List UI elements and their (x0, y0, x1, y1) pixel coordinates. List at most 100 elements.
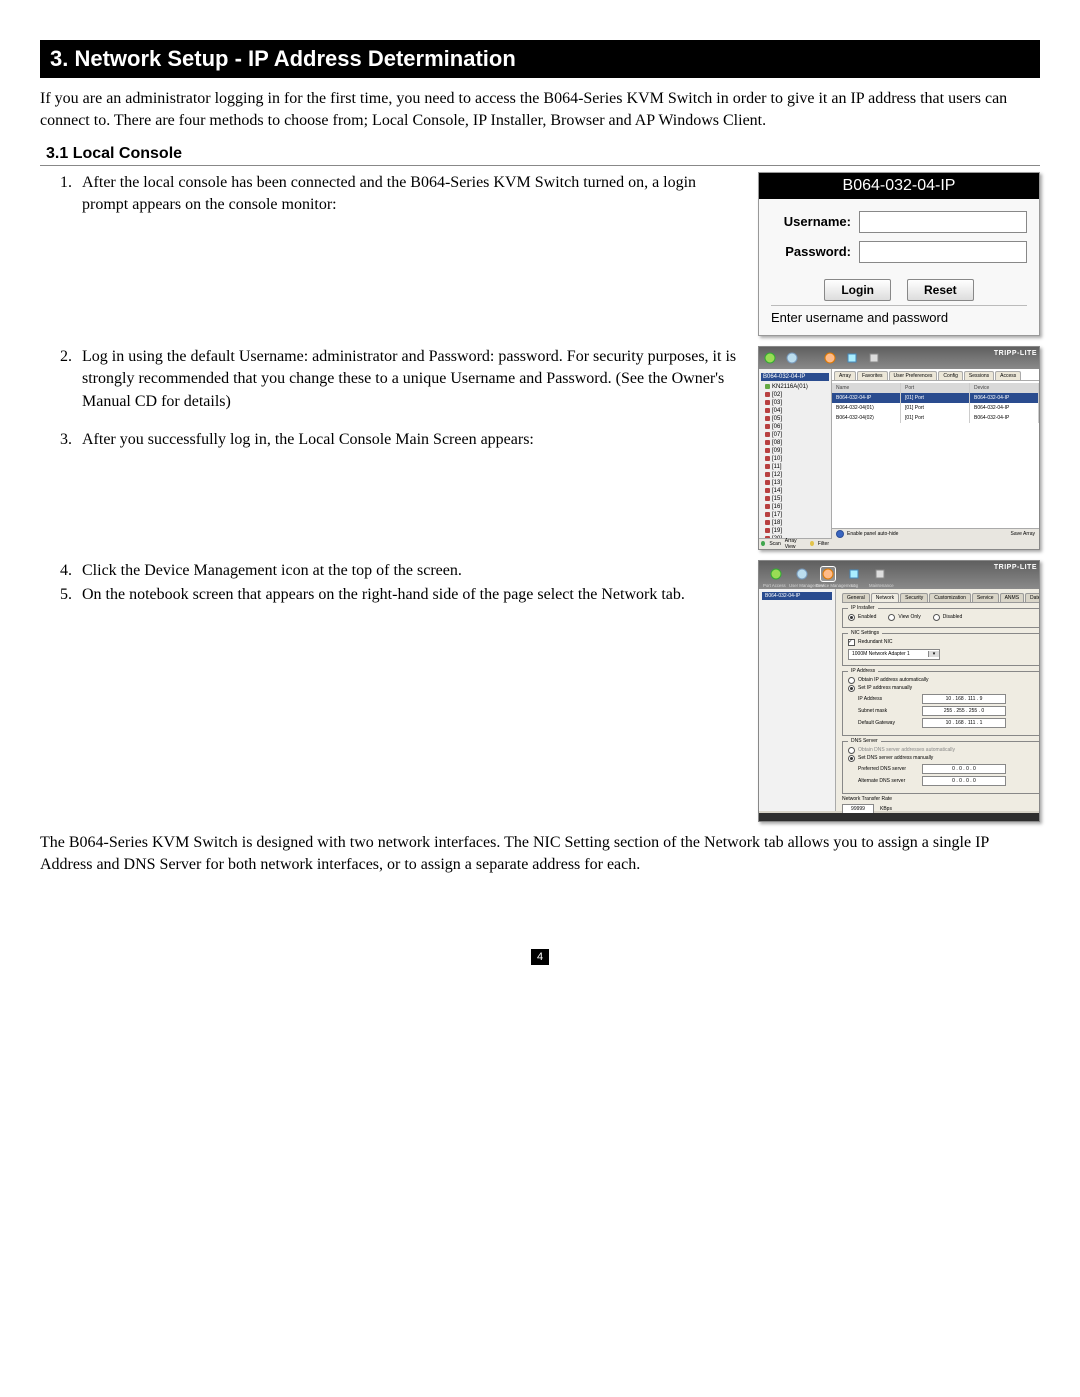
tab-service[interactable]: Service (972, 593, 999, 602)
array-view-button[interactable]: Array View (785, 538, 806, 550)
step-1-row: After the local console has been connect… (40, 172, 1040, 336)
tree-root-item[interactable]: B064-032-04-IP (762, 592, 832, 600)
auto-hide-checkbox-label[interactable]: Enable panel auto-hide (847, 531, 898, 537)
redundant-nic-checkbox[interactable]: Redundant NIC (848, 639, 1040, 646)
radio-obtain-ip-auto[interactable]: Obtain IP address automatically (848, 677, 1040, 684)
tree-root-item[interactable]: B064-032-04-IP (761, 373, 829, 381)
tab-array[interactable]: Array (834, 371, 856, 380)
tab-user-preferences[interactable]: User Preferences (889, 371, 938, 380)
brand-logo: TRIPP-LITE (994, 564, 1037, 571)
step-2: Log in using the default Username: admin… (76, 346, 742, 413)
step-4: Click the Device Management icon at the … (76, 560, 742, 582)
alternate-dns-input[interactable]: 0 . 0 . 0 . 0 (922, 776, 1006, 786)
radio-view-only[interactable]: View Only (888, 614, 920, 621)
table-row[interactable]: B064-032-04(01) [01] Port B064-032-04-IP (832, 403, 1039, 413)
username-input[interactable] (859, 211, 1027, 233)
console-footer: Enable panel auto-hide Save Array (832, 528, 1039, 539)
toolbar-user-management-icon[interactable] (785, 351, 799, 365)
toolbar-maintenance-icon[interactable] (873, 567, 887, 581)
tab-general[interactable]: General (842, 593, 870, 602)
tree-item[interactable]: [15] (765, 495, 829, 503)
default-gateway-label: Default Gateway (858, 720, 922, 726)
subnet-mask-input[interactable]: 255 . 255 . 255 . 0 (922, 706, 1006, 716)
tab-favorites[interactable]: Favorites (857, 371, 888, 380)
icon-label: Device Management (816, 583, 855, 588)
tree-item[interactable]: [10] (765, 455, 829, 463)
ip-address-input[interactable]: 10 . 168 . 111 . 9 (922, 694, 1006, 704)
tree-item[interactable]: [03] (765, 399, 829, 407)
toolbar-download-icon[interactable] (867, 351, 881, 365)
scan-button[interactable]: Scan (769, 541, 780, 547)
tree-item[interactable]: [08] (765, 439, 829, 447)
toolbar-log-icon[interactable] (847, 567, 861, 581)
tree-item[interactable]: KN2116A(01) (765, 383, 829, 391)
table-row[interactable]: B064-032-04(02) [01] Port B064-032-04-IP (832, 413, 1039, 423)
col-name: Name (832, 383, 901, 393)
tab-security[interactable]: Security (900, 593, 928, 602)
group-title: DNS Server (848, 738, 881, 744)
subsection-heading: 3.1 Local Console (40, 141, 1040, 166)
preferred-dns-input[interactable]: 0 . 0 . 0 . 0 (922, 764, 1006, 774)
radio-disabled[interactable]: Disabled (933, 614, 962, 621)
tree-item[interactable]: [12] (765, 471, 829, 479)
status-dot-icon (836, 530, 844, 538)
tree-footer: Scan Array View Filter (759, 538, 831, 549)
toolbar-user-management-icon[interactable] (795, 567, 809, 581)
console-main-screenshot: TRIPP-LITE B064-032-04-IP KN2116A(01) /*… (758, 346, 1040, 550)
tree-item[interactable]: [09] (765, 447, 829, 455)
tree-item[interactable]: [17] (765, 511, 829, 519)
filter-button[interactable]: Filter (818, 541, 829, 547)
console-toolbar: TRIPP-LITE (759, 347, 1039, 369)
ip-installer-group: IP Installer Enabled View Only Disabled (842, 608, 1040, 628)
username-label: Username: (771, 214, 859, 229)
tree-item[interactable]: [04] (765, 407, 829, 415)
brand-logo: TRIPP-LITE (994, 350, 1037, 357)
login-button[interactable]: Login (824, 279, 891, 301)
tree-item[interactable]: [18] (765, 519, 829, 527)
password-input[interactable] (859, 241, 1027, 263)
toolbar-device-management-icon[interactable] (821, 567, 835, 581)
network-config-screenshot: Port Access User Management Device Manag… (758, 560, 1040, 822)
reset-button[interactable]: Reset (907, 279, 974, 301)
closing-paragraph: The B064-Series KVM Switch is designed w… (40, 832, 1040, 877)
tree-item[interactable]: [13] (765, 479, 829, 487)
col-port: Port (901, 383, 970, 393)
tree-item[interactable]: [14] (765, 487, 829, 495)
tab-network[interactable]: Network (871, 593, 899, 602)
login-title: B064-032-04-IP (759, 173, 1039, 199)
tree-item[interactable]: [05] (765, 415, 829, 423)
group-title: NIC Settings (848, 630, 882, 636)
tab-anms[interactable]: ANMS (1000, 593, 1024, 602)
tree-item[interactable]: [19] (765, 527, 829, 535)
tree-item[interactable]: [07] (765, 431, 829, 439)
default-gateway-input[interactable]: 10 . 168 . 111 . 1 (922, 718, 1006, 728)
console-tree-panel: B064-032-04-IP KN2116A(01) /* rest are d… (759, 369, 832, 539)
filter-icon (810, 541, 814, 546)
toolbar-device-management-icon[interactable] (823, 351, 837, 365)
radio-set-dns-manual[interactable]: Set DNS server address manually (848, 755, 1040, 762)
tab-datetime[interactable]: Date/Time (1025, 593, 1040, 602)
nic-adapter-select[interactable]: 1000M Network Adapter 1 ▾ (848, 649, 940, 660)
table-row[interactable]: B064-032-04-IP [01] Port B064-032-04-IP (832, 393, 1039, 403)
nic-settings-group: NIC Settings Redundant NIC 1000M Network… (842, 633, 1040, 666)
tree-item[interactable]: [16] (765, 503, 829, 511)
toolbar-log-icon[interactable] (845, 351, 859, 365)
icon-label: Log (851, 583, 858, 588)
login-status-text: Enter username and password (771, 306, 1027, 325)
tab-customization[interactable]: Customization (929, 593, 971, 602)
save-array-button[interactable]: Save Array (1011, 531, 1035, 537)
subnet-mask-label: Subnet mask (858, 708, 922, 714)
radio-enabled[interactable]: Enabled (848, 614, 876, 621)
toolbar-port-access-icon[interactable] (769, 567, 783, 581)
radio-obtain-dns-auto[interactable]: Obtain DNS server addresses automaticall… (848, 747, 1040, 754)
tree-item[interactable]: [06] (765, 423, 829, 431)
toolbar-port-access-icon[interactable] (763, 351, 777, 365)
ip-address-label: IP Address (858, 696, 922, 702)
tab-sessions[interactable]: Sessions (964, 371, 994, 380)
tree-item[interactable]: [11] (765, 463, 829, 471)
tab-access[interactable]: Access (995, 371, 1021, 380)
radio-set-ip-manual[interactable]: Set IP address manually (848, 685, 1040, 692)
tab-config[interactable]: Config (938, 371, 962, 380)
tree-item[interactable]: [02] (765, 391, 829, 399)
chevron-down-icon: ▾ (928, 651, 939, 657)
